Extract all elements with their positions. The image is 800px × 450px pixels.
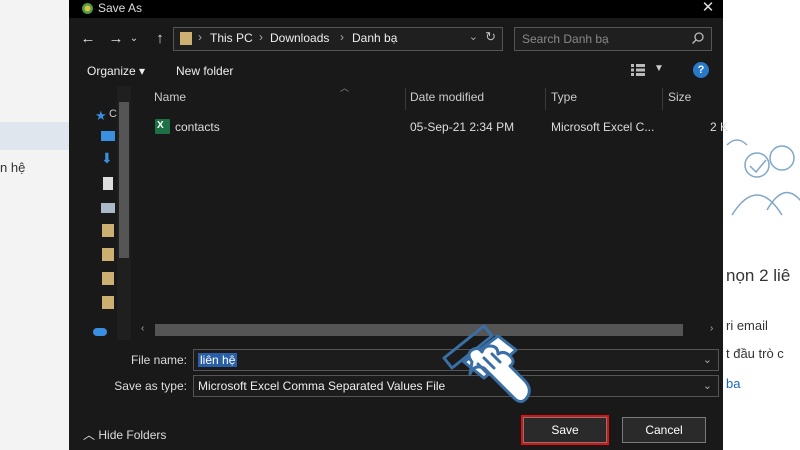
nav-pane-scroll-thumb[interactable] [119,102,129,258]
file-name: contacts [175,120,220,134]
command-bar: Organize ▾ New folder ▼ ? [69,58,723,84]
help-icon[interactable]: ? [693,62,709,78]
address-bar[interactable]: › This PC › Downloads › Danh bạ ⌄ ↻ [173,27,503,51]
pointing-hand-icon [442,324,531,403]
navigation-pane: ★ C ⬇ [69,86,135,340]
breadcrumb-downloads[interactable]: Downloads [270,31,329,45]
horizontal-scrollbar[interactable]: ‹ › [135,322,723,338]
hide-folders-button[interactable]: ︿ Hide Folders [83,426,166,443]
onedrive-cloud-icon[interactable] [93,328,107,336]
folder-icon[interactable] [102,296,114,309]
chevron-down-icon: ⌄ [129,33,139,44]
breadcrumb-this-pc[interactable]: This PC [210,31,253,45]
chevron-right-icon: › [198,30,202,44]
scroll-left-icon[interactable]: ‹ [141,323,144,334]
organize-button[interactable]: Organize ▾ [87,64,145,78]
folder-icon[interactable] [102,224,114,237]
navigation-row: ← → ⌄ ↑ › This PC › Downloads › Danh bạ … [69,25,723,53]
people-illustration-icon [726,139,800,216]
chevron-down-icon[interactable]: ▼ [654,63,664,74]
column-header-size[interactable]: Size [668,90,691,104]
background-link[interactable]: ba [726,376,800,391]
chevron-right-icon: › [259,30,263,44]
quick-access-star-icon[interactable]: ★ [95,108,109,123]
folder-icon[interactable] [102,248,114,261]
background-text-2: t đầu trò c [726,346,784,361]
search-input[interactable]: Search Danh bạ [514,27,712,51]
view-options-icon[interactable] [631,64,645,76]
folder-icon [180,32,192,45]
column-divider[interactable] [662,88,663,110]
search-icon [692,32,704,44]
excel-file-icon [155,119,170,134]
file-name-value: liên hệ [198,353,238,367]
background-selected-item [0,122,70,150]
back-button[interactable]: ← [79,29,97,49]
close-icon: ✕ [701,0,715,16]
chevron-down-icon[interactable]: ⌄ [469,30,478,43]
chevron-down-icon[interactable]: ⌄ [703,353,712,366]
save-button[interactable]: Save [523,417,607,443]
chevron-up-icon: ︿ [83,428,96,442]
background-heading: nọn 2 liê [726,266,791,285]
file-date: 05-Sep-21 2:34 PM [410,120,515,134]
save-as-dialog: Save As ✕ ← → ⌄ ↑ › This PC › Downloads … [69,0,728,450]
pictures-icon[interactable] [101,203,115,213]
arrow-right-icon: → [108,30,124,47]
file-name-label: File name: [130,353,187,367]
sort-ascending-icon: ︿ [340,83,350,93]
column-header-type[interactable]: Type [551,90,577,104]
hide-folders-label: Hide Folders [98,428,167,442]
column-divider[interactable] [545,88,546,110]
breadcrumb-danh-ba[interactable]: Danh bạ [352,31,397,45]
downloads-arrow-icon[interactable]: ⬇ [101,150,115,166]
scroll-right-icon[interactable]: › [710,323,713,334]
save-type-label: Save as type: [114,379,187,393]
refresh-icon[interactable]: ↻ [485,29,496,45]
recent-locations-button[interactable]: ⌄ [125,29,143,49]
forward-button[interactable]: → [107,29,125,49]
column-header-name[interactable]: Name [154,90,186,104]
cancel-button[interactable]: Cancel [622,417,706,443]
close-button[interactable]: ✕ [699,0,717,18]
search-placeholder: Search Danh bạ [522,32,609,46]
file-type: Microsoft Excel C... [551,120,655,134]
arrow-left-icon: ← [80,30,96,47]
column-header-date[interactable]: Date modified [410,90,484,104]
dialog-title: Save As [98,1,143,15]
new-folder-button[interactable]: New folder [176,64,233,78]
file-size: 2 K [710,120,729,134]
horizontal-scroll-thumb[interactable] [155,324,683,336]
documents-icon[interactable] [103,177,113,190]
background-left-label: n hệ [0,160,26,175]
save-type-value: Microsoft Excel Comma Separated Values F… [198,379,446,393]
title-bar: Save As ✕ [69,0,723,18]
chevron-down-icon[interactable]: ⌄ [703,379,712,392]
chevron-right-icon: › [340,30,344,44]
folder-icon[interactable] [102,272,114,285]
background-text-1: ri email [726,318,768,333]
desktop-icon[interactable] [101,131,115,141]
up-button[interactable]: ↑ [151,29,169,49]
file-row[interactable]: contacts 05-Sep-21 2:34 PM Microsoft Exc… [135,116,728,138]
column-divider[interactable] [405,88,406,110]
arrow-up-icon: ↑ [156,30,164,47]
save-form: File name: liên hệ ⌄ Save as type: Micro… [69,340,723,450]
app-icon [82,3,93,14]
file-list: ︿ Name Date modified Type Size contacts … [135,83,728,340]
